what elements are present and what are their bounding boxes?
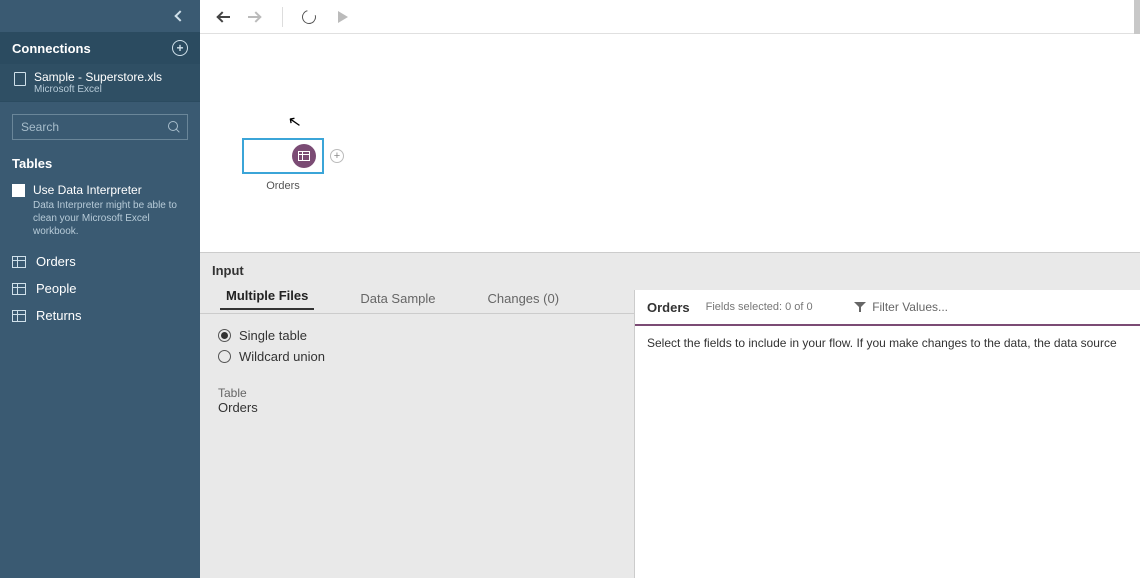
input-tabs: Multiple Files Data Sample Changes (0) — [200, 284, 634, 314]
fields-header: Orders Fields selected: 0 of 0 Filter Va… — [635, 290, 1140, 326]
filter-values-button[interactable]: Filter Values... — [854, 300, 1128, 314]
flow-node-orders[interactable]: + Orders — [242, 138, 324, 192]
sidebar-collapse-button[interactable] — [0, 0, 200, 32]
radio-icon — [218, 329, 231, 342]
sidebar: Connections + Sample - Superstore.xls Mi… — [0, 0, 200, 578]
search-input[interactable] — [12, 114, 188, 140]
panel-section-label: Input — [200, 253, 1140, 284]
data-interpreter-title: Use Data Interpreter — [33, 183, 188, 197]
search-icon — [168, 121, 180, 133]
cursor-icon: ↖ — [286, 111, 303, 133]
table-heading: Table — [218, 386, 616, 400]
filter-label: Filter Values... — [872, 300, 948, 314]
connections-label: Connections — [12, 41, 91, 56]
bottom-panel: Input Multiple Files Data Sample Changes… — [200, 252, 1140, 578]
flow-canvas[interactable]: + Orders ↖ — [200, 34, 1140, 252]
table-label: People — [36, 281, 76, 296]
radio-wildcard-union[interactable]: Wildcard union — [218, 349, 616, 364]
radio-icon — [218, 350, 231, 363]
connection-name: Sample - Superstore.xls — [34, 70, 162, 84]
toolbar-divider — [282, 7, 283, 27]
table-value: Orders — [218, 400, 616, 415]
connection-item[interactable]: Sample - Superstore.xls Microsoft Excel — [0, 64, 200, 102]
input-config-pane: Multiple Files Data Sample Changes (0) S… — [200, 284, 634, 578]
add-step-button[interactable]: + — [330, 149, 344, 163]
tab-changes[interactable]: Changes (0) — [482, 291, 566, 306]
table-item-orders[interactable]: Orders — [0, 248, 200, 275]
main-area: + Orders ↖ Input Multiple Files Data Sam… — [200, 0, 1140, 578]
tab-multiple-files[interactable]: Multiple Files — [220, 288, 314, 310]
radio-label: Wildcard union — [239, 349, 325, 364]
fields-selected-count: Fields selected: 0 of 0 — [706, 301, 813, 313]
refresh-button[interactable] — [301, 9, 317, 25]
connections-header: Connections + — [0, 32, 200, 64]
refresh-icon — [299, 7, 318, 26]
radio-label: Single table — [239, 328, 307, 343]
node-type-icon — [292, 144, 316, 168]
fields-pane: Orders Fields selected: 0 of 0 Filter Va… — [634, 290, 1140, 578]
run-button[interactable] — [335, 9, 351, 25]
node-label: Orders — [266, 180, 300, 192]
table-icon — [12, 310, 26, 322]
tab-data-sample[interactable]: Data Sample — [354, 291, 441, 306]
data-interpreter-checkbox[interactable] — [12, 184, 25, 197]
table-label: Returns — [36, 308, 82, 323]
table-icon — [12, 283, 26, 295]
table-item-returns[interactable]: Returns — [0, 302, 200, 329]
radio-single-table[interactable]: Single table — [218, 328, 616, 343]
table-icon — [298, 151, 310, 161]
table-item-people[interactable]: People — [0, 275, 200, 302]
connection-type: Microsoft Excel — [34, 84, 162, 95]
data-interpreter-desc: Data Interpreter might be able to clean … — [33, 199, 188, 238]
play-icon — [338, 11, 348, 23]
fields-title: Orders — [647, 300, 690, 315]
data-interpreter-option[interactable]: Use Data Interpreter Data Interpreter mi… — [0, 179, 200, 248]
table-icon — [12, 256, 26, 268]
chevron-left-icon — [174, 10, 185, 21]
forward-button[interactable] — [248, 9, 264, 25]
table-label: Orders — [36, 254, 76, 269]
file-icon — [14, 72, 26, 86]
add-connection-button[interactable]: + — [172, 40, 188, 56]
back-button[interactable] — [214, 9, 230, 25]
tables-section-label: Tables — [0, 152, 200, 179]
filter-icon — [854, 302, 866, 312]
fields-message: Select the fields to include in your flo… — [635, 326, 1140, 360]
toolbar — [200, 0, 1140, 34]
